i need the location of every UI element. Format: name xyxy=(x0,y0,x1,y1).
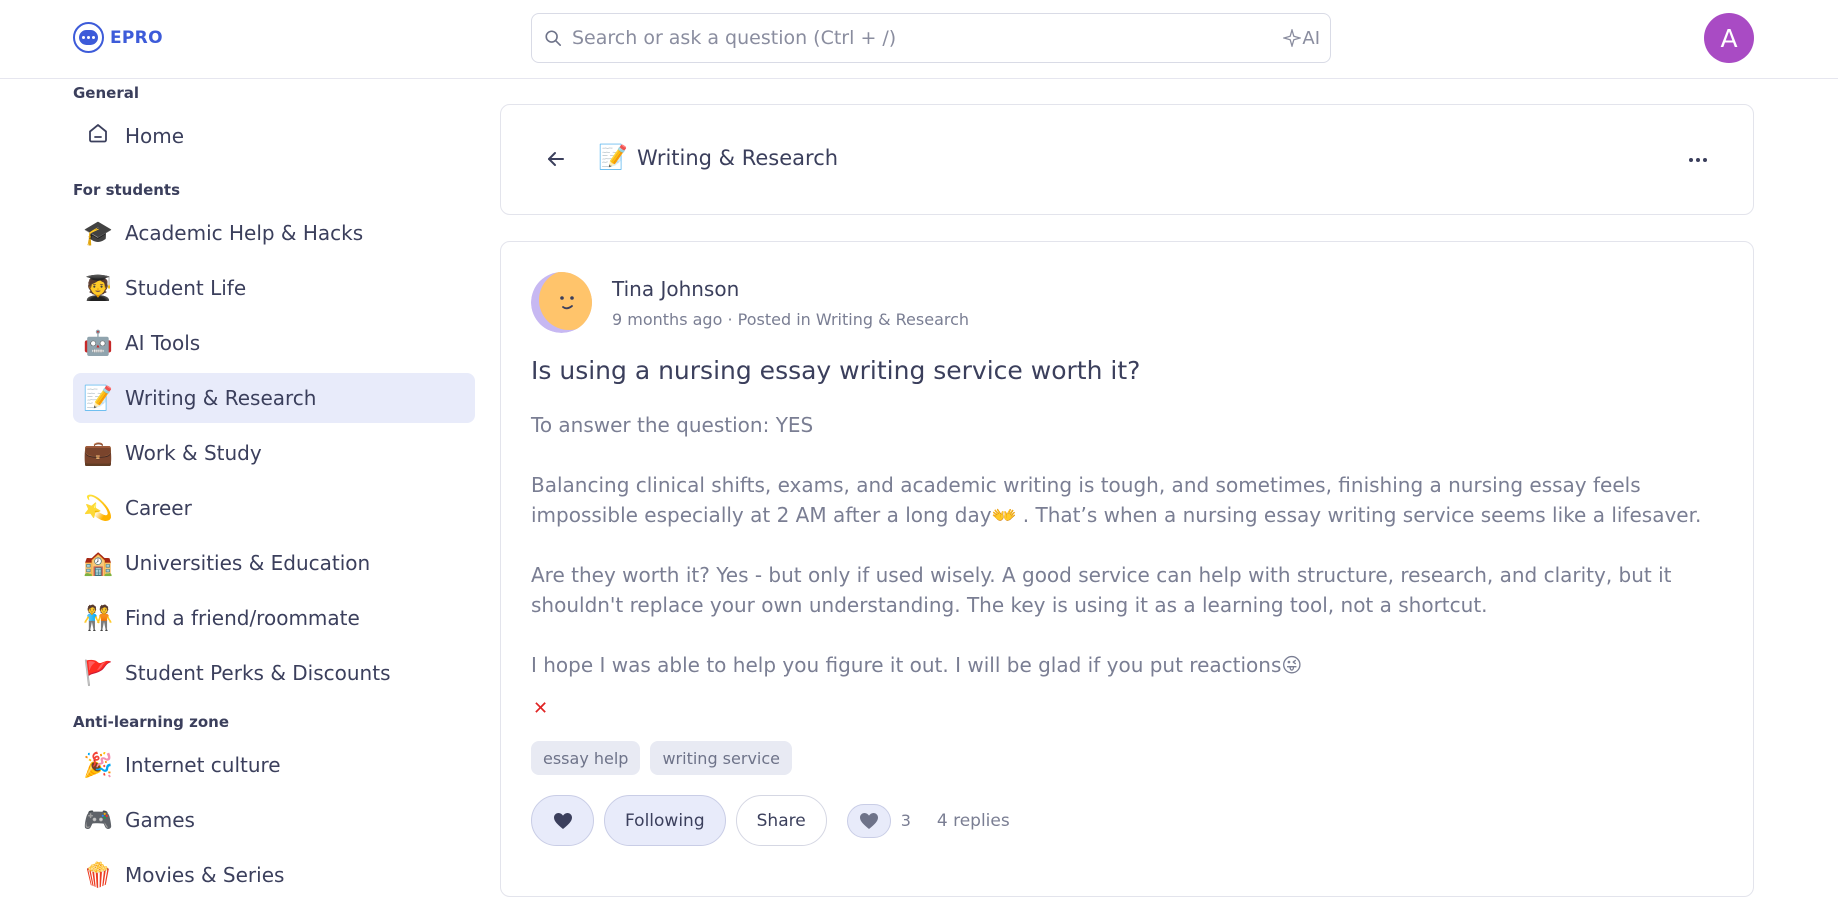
post-paragraph: Are they worth it? Yes - but only if use… xyxy=(531,563,1672,617)
like-button[interactable] xyxy=(531,795,594,846)
sidebar-item-label: Student Life xyxy=(125,276,247,300)
author-name[interactable]: Tina Johnson xyxy=(612,277,739,301)
sidebar-item-label: Writing & Research xyxy=(125,386,317,410)
sidebar-item-academic-help[interactable]: 🎓 Academic Help & Hacks xyxy=(73,208,475,258)
user-avatar[interactable]: A xyxy=(1704,13,1754,63)
home-icon xyxy=(82,121,114,152)
heart-icon xyxy=(859,812,878,829)
party-popper-icon: 🎉 xyxy=(83,751,113,779)
tag-list: essay help writing service xyxy=(531,741,792,775)
sidebar-item-student-life[interactable]: 🧑‍🎓 Student Life xyxy=(73,263,475,313)
sidebar-item-universities[interactable]: 🏫 Universities & Education xyxy=(73,538,475,588)
top-bar: EPRO Search or ask a question (Ctrl + /)… xyxy=(0,0,1838,79)
sidebar-item-label: Games xyxy=(125,808,195,832)
ai-label: AI xyxy=(1302,27,1320,49)
popcorn-icon: 🍿 xyxy=(83,861,113,889)
heart-icon xyxy=(553,812,572,829)
back-button[interactable] xyxy=(541,144,571,174)
school-icon: 🏫 xyxy=(83,549,113,577)
memo-icon: 📝 xyxy=(598,143,628,171)
flag-icon: 🚩 xyxy=(83,659,113,687)
briefcase-icon: 💼 xyxy=(83,439,113,467)
student-icon: 🧑‍🎓 xyxy=(83,274,113,302)
post-paragraph: I hope I was able to help you figure it … xyxy=(531,653,1303,677)
reaction-count: 3 xyxy=(900,811,911,830)
sidebar-item-games[interactable]: 🎮 Games xyxy=(73,795,475,845)
logo[interactable]: EPRO xyxy=(73,22,163,53)
channel-header: 📝 Writing & Research xyxy=(500,104,1754,215)
sidebar-item-label: Student Perks & Discounts xyxy=(125,661,391,685)
post-card: Tina Johnson 9 months ago · Posted in Wr… xyxy=(500,241,1754,897)
share-button[interactable]: Share xyxy=(735,795,827,846)
sidebar-item-home[interactable]: Home xyxy=(73,111,475,161)
reaction-badge[interactable] xyxy=(846,803,891,838)
ai-button[interactable]: AI xyxy=(1283,28,1320,49)
post-title: Is using a nursing essay writing service… xyxy=(531,356,1141,385)
channel-title: Writing & Research xyxy=(637,146,839,170)
graduation-cap-icon: 🎓 xyxy=(83,219,113,247)
memo-icon: 📝 xyxy=(83,384,113,412)
author-avatar[interactable] xyxy=(531,272,592,333)
close-icon[interactable]: ✕ xyxy=(533,698,548,719)
sidebar-item-movies-series[interactable]: 🍿 Movies & Series xyxy=(73,850,475,900)
sidebar-item-label: Academic Help & Hacks xyxy=(125,221,364,245)
people-icon: 🧑‍🤝‍🧑 xyxy=(83,604,113,632)
sidebar-item-student-perks[interactable]: 🚩 Student Perks & Discounts xyxy=(73,648,475,698)
sidebar-item-internet-culture[interactable]: 🎉 Internet culture xyxy=(73,740,475,790)
sparkle-icon xyxy=(1283,29,1302,47)
more-options-button[interactable] xyxy=(1685,147,1711,173)
following-button[interactable]: Following xyxy=(604,795,726,846)
sidebar-item-label: Work & Study xyxy=(125,441,262,465)
sidebar: General Home For students 🎓 Academic Hel… xyxy=(73,79,475,905)
sidebar-item-label: Find a friend/roommate xyxy=(125,606,360,630)
tag-writing-service[interactable]: writing service xyxy=(650,741,792,775)
following-label: Following xyxy=(625,810,705,831)
dizzy-star-icon: 💫 xyxy=(83,494,113,522)
sidebar-item-work-study[interactable]: 💼 Work & Study xyxy=(73,428,475,478)
search-icon xyxy=(545,30,562,47)
share-label: Share xyxy=(756,810,806,831)
sidebar-item-label: Movies & Series xyxy=(125,863,285,887)
section-label-for-students: For students xyxy=(73,181,181,199)
sidebar-item-career[interactable]: 💫 Career xyxy=(73,483,475,533)
search-placeholder: Search or ask a question (Ctrl + /) xyxy=(572,27,897,49)
tag-essay-help[interactable]: essay help xyxy=(531,741,641,775)
post-meta: 9 months ago · Posted in Writing & Resea… xyxy=(612,310,970,329)
sidebar-item-label: Home xyxy=(125,124,185,148)
sidebar-item-label: Universities & Education xyxy=(125,551,371,575)
sidebar-item-writing-research[interactable]: 📝 Writing & Research xyxy=(73,373,475,423)
sidebar-item-label: Career xyxy=(125,496,192,520)
section-label-anti-learning: Anti-learning zone xyxy=(73,713,230,731)
search-input[interactable]: Search or ask a question (Ctrl + /) AI xyxy=(531,13,1331,63)
section-label-general: General xyxy=(73,84,139,102)
chat-bubble-icon xyxy=(73,22,104,53)
sidebar-item-label: AI Tools xyxy=(125,331,201,355)
logo-text: EPRO xyxy=(110,27,163,48)
post-actions: Following Share 3 4 replies xyxy=(531,795,1010,846)
sidebar-item-find-friend[interactable]: 🧑‍🤝‍🧑 Find a friend/roommate xyxy=(73,593,475,643)
post-paragraph: To answer the question: YES xyxy=(531,413,814,437)
robot-icon: 🤖 xyxy=(83,329,113,357)
avatar-letter: A xyxy=(1720,23,1738,53)
sidebar-item-label: Internet culture xyxy=(125,753,281,777)
post-paragraph: Balancing clinical shifts, exams, and ac… xyxy=(531,473,1702,527)
post-body: To answer the question: YES Balancing cl… xyxy=(531,410,1731,710)
sidebar-item-ai-tools[interactable]: 🤖 AI Tools xyxy=(73,318,475,368)
replies-link[interactable]: 4 replies xyxy=(937,811,1010,831)
arrow-left-icon xyxy=(548,152,564,166)
gamepad-icon: 🎮 xyxy=(83,806,113,834)
